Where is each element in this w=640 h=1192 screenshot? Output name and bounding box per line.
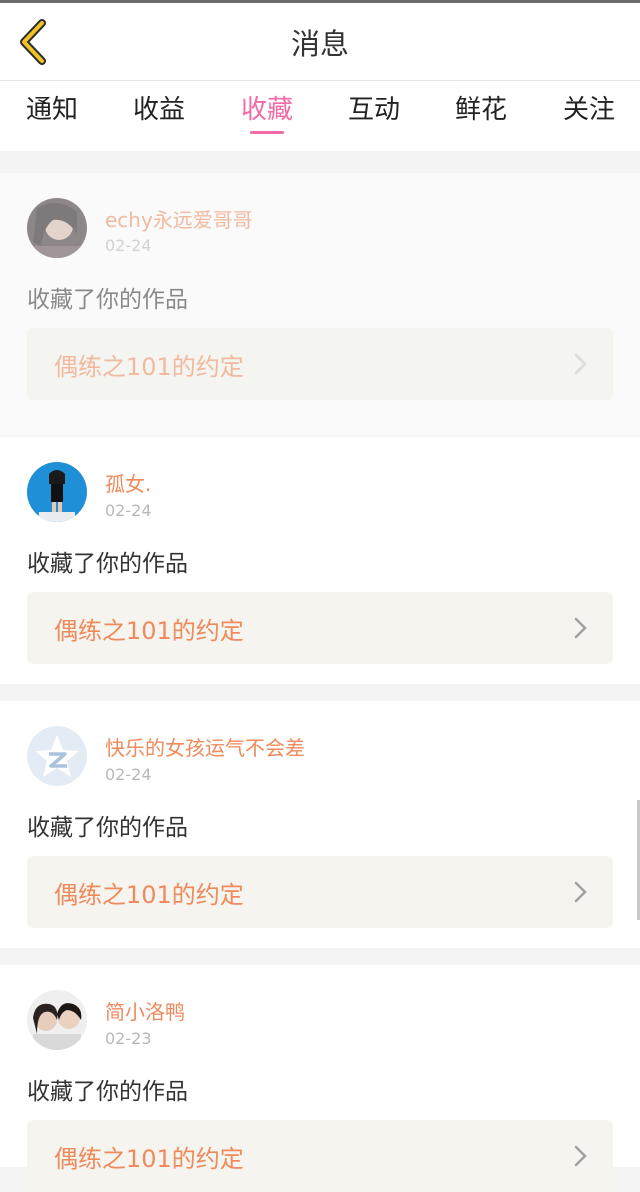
list-item: 快乐的女孩运气不会差 02-24 收藏了你的作品 偶练之101的约定 (0, 701, 640, 948)
work-link[interactable]: 偶练之101的约定 (27, 856, 613, 928)
timestamp: 02-24 (105, 501, 152, 520)
list-item: 孤女. 02-24 收藏了你的作品 偶练之101的约定 (0, 437, 640, 684)
user-photo-icon (27, 990, 87, 1050)
work-title: 偶练之101的约定 (54, 881, 244, 909)
avatar[interactable] (27, 726, 87, 786)
tab-follows[interactable]: 关注 (549, 89, 629, 126)
active-tab-indicator (250, 131, 284, 134)
action-text: 收藏了你的作品 (27, 1079, 188, 1105)
avatar[interactable] (27, 198, 87, 258)
timestamp: 02-23 (105, 1029, 152, 1048)
tab-interactions[interactable]: 互动 (334, 89, 414, 126)
action-text: 收藏了你的作品 (27, 287, 188, 313)
username[interactable]: 孤女. (105, 468, 151, 497)
chevron-right-icon (574, 881, 587, 903)
page-title: 消息 (290, 27, 349, 61)
tab-notifications[interactable]: 通知 (12, 89, 92, 126)
tab-earnings[interactable]: 收益 (119, 89, 199, 126)
chevron-right-icon (574, 1145, 587, 1167)
username[interactable]: 快乐的女孩运气不会差 (105, 732, 305, 761)
tab-bar: 通知 收益 收藏 互动 鲜花 关注 (0, 81, 640, 151)
work-link[interactable]: 偶练之101的约定 (27, 592, 613, 664)
tab-flowers[interactable]: 鲜花 (441, 89, 521, 126)
username[interactable]: echy永远爱哥哥 (105, 204, 253, 233)
avatar[interactable] (27, 990, 87, 1050)
user-photo-icon (27, 462, 87, 522)
action-text: 收藏了你的作品 (27, 551, 188, 577)
timestamp: 02-24 (105, 236, 152, 255)
list-item: 简小洛鸭 02-23 收藏了你的作品 偶练之101的约定 (0, 965, 640, 1192)
chevron-right-icon (574, 353, 587, 375)
user-photo-icon (27, 198, 87, 258)
qzone-star-icon (27, 726, 87, 786)
avatar[interactable] (27, 462, 87, 522)
app-header: 消息 (0, 3, 640, 81)
timestamp: 02-24 (105, 765, 152, 784)
chevron-right-icon (574, 617, 587, 639)
work-title: 偶练之101的约定 (54, 353, 244, 381)
work-link[interactable]: 偶练之101的约定 (27, 1120, 613, 1192)
work-title: 偶练之101的约定 (54, 1145, 244, 1173)
username[interactable]: 简小洛鸭 (105, 996, 185, 1025)
work-title: 偶练之101的约定 (54, 617, 244, 645)
tab-favorites[interactable]: 收藏 (227, 89, 307, 126)
list-item: echy永远爱哥哥 02-24 收藏了你的作品 偶练之101的约定 (0, 173, 640, 435)
action-text: 收藏了你的作品 (27, 815, 188, 841)
work-link[interactable]: 偶练之101的约定 (27, 328, 613, 400)
